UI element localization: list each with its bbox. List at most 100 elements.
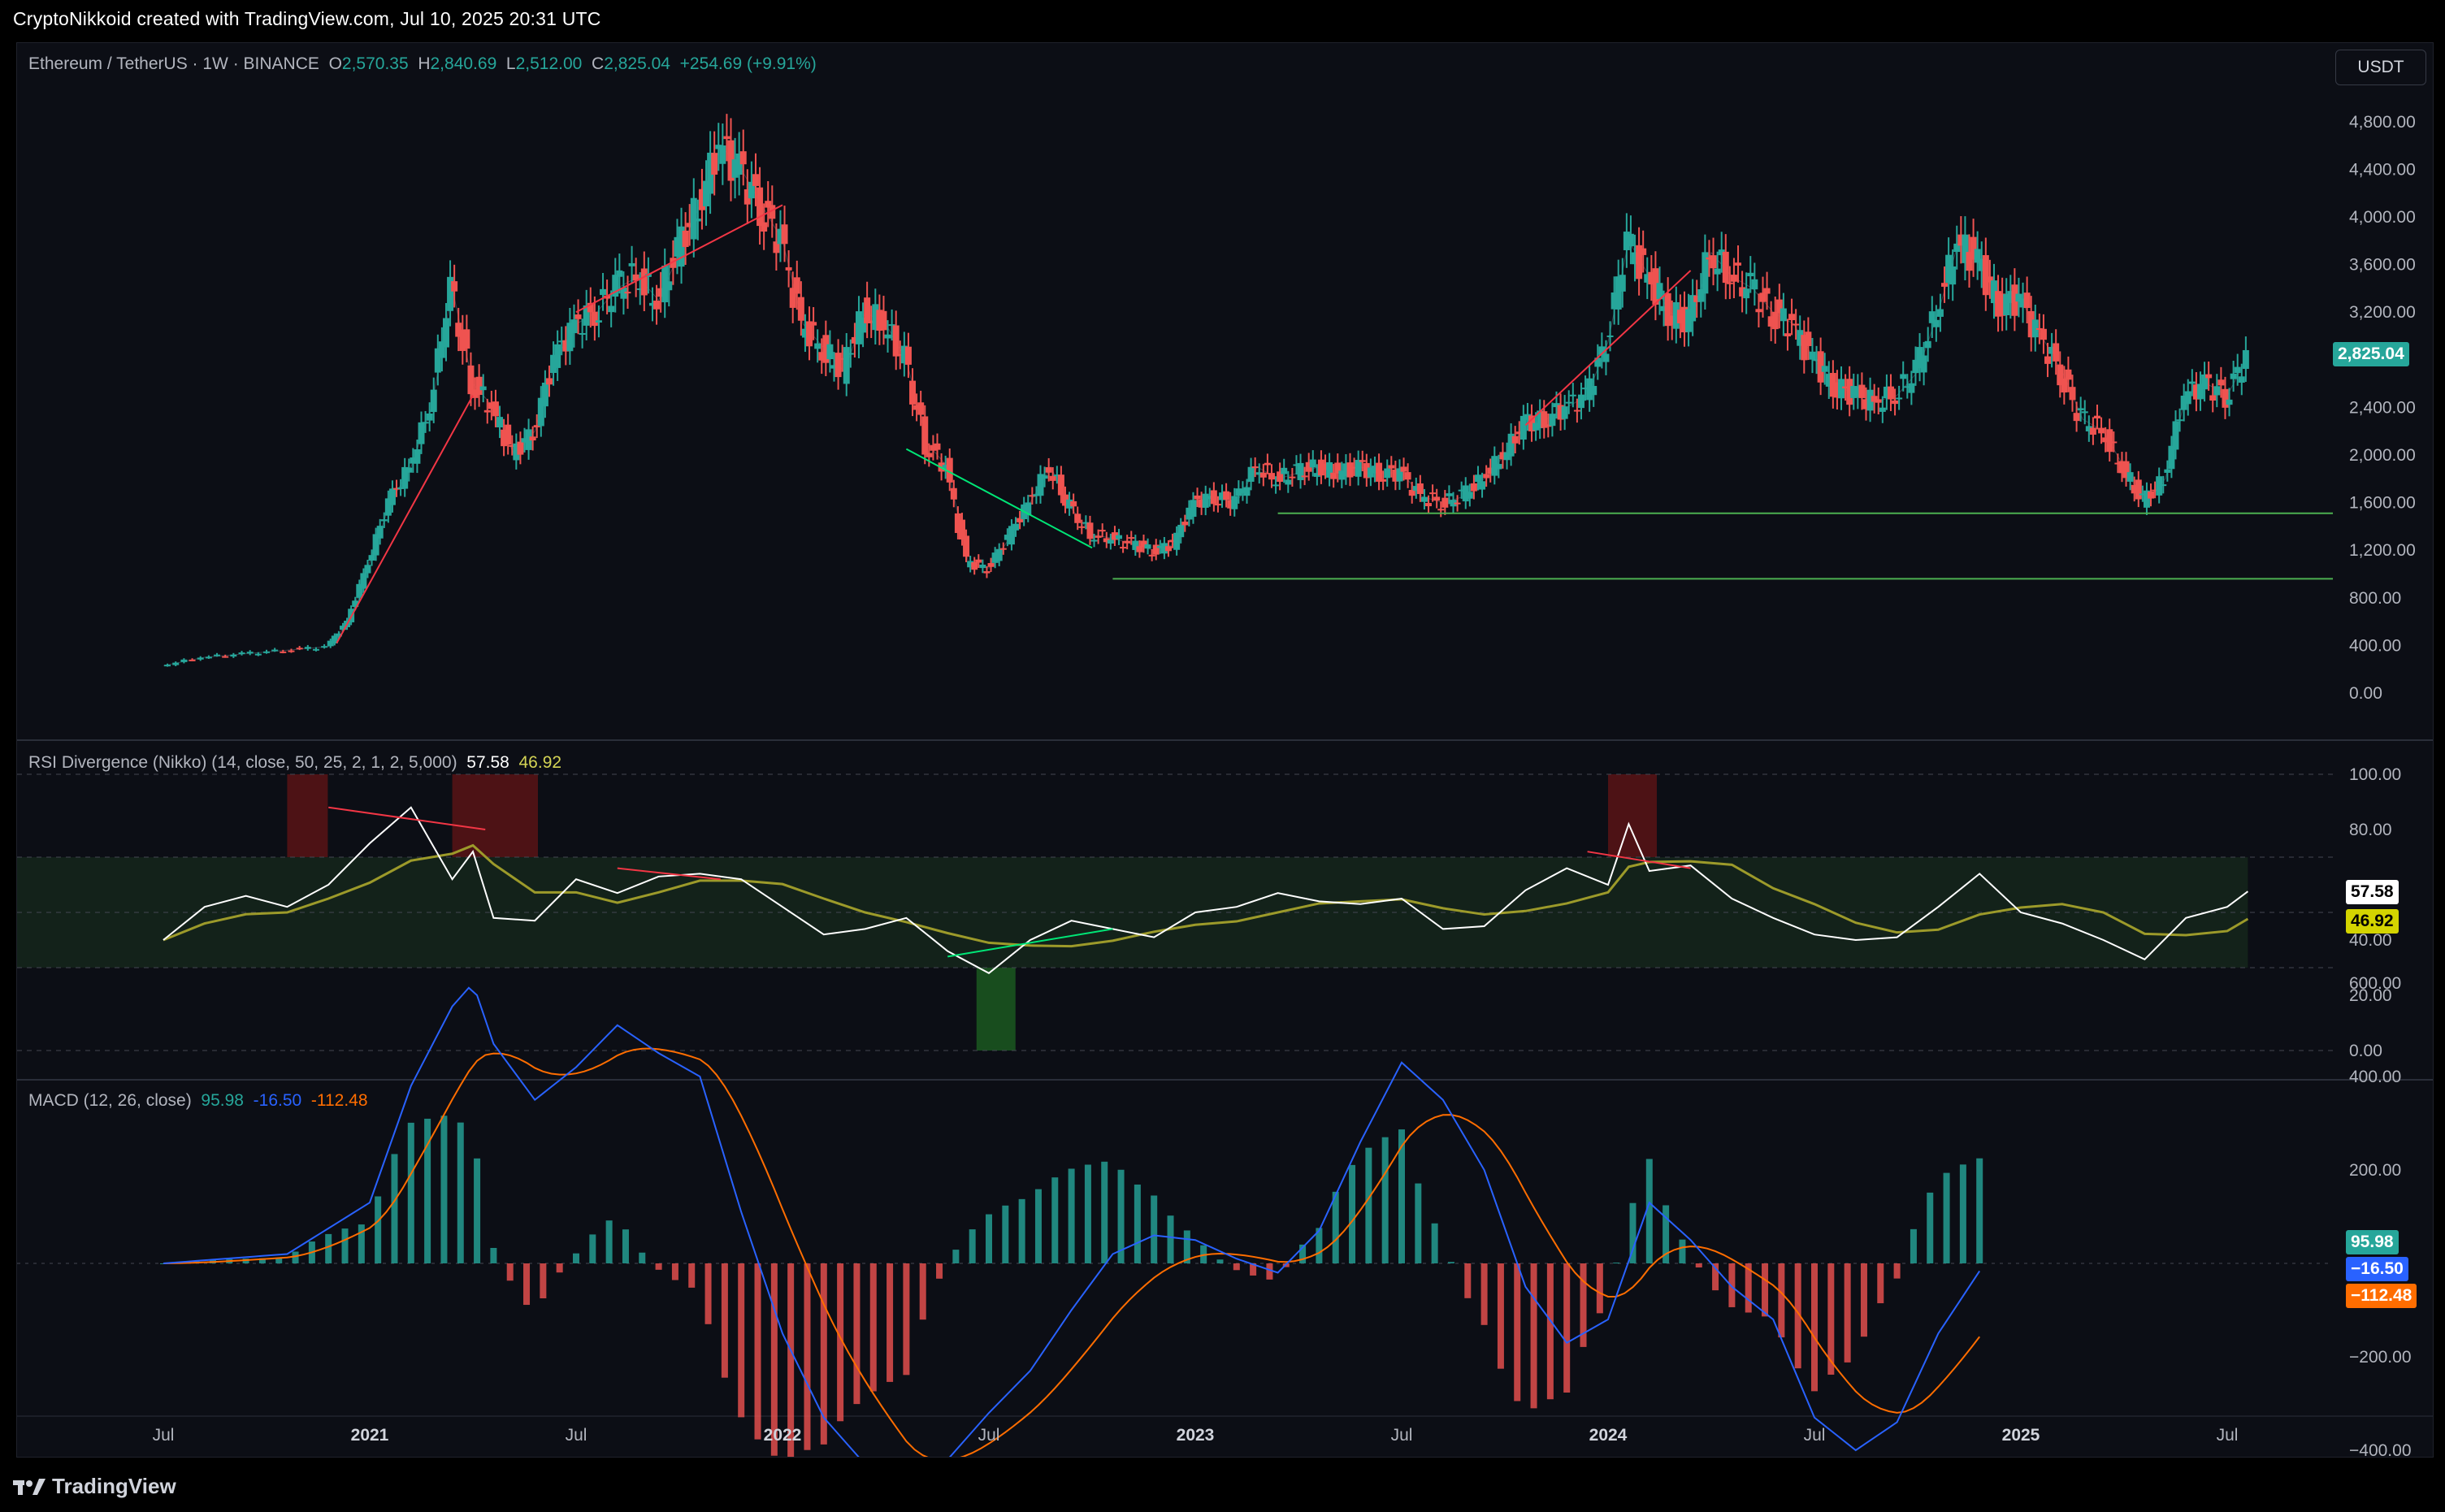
- candle-body: [1784, 333, 1791, 336]
- candle-body: [934, 443, 941, 450]
- candle-body: [418, 422, 425, 444]
- candle-body: [1144, 544, 1151, 549]
- candle-body: [1640, 248, 1647, 255]
- candle-body: [1747, 272, 1754, 277]
- candle-body: [2217, 379, 2225, 386]
- candle-body: [814, 343, 822, 349]
- candle-body: [2089, 427, 2096, 435]
- candle-body: [835, 353, 842, 378]
- candle-body: [608, 305, 615, 313]
- chart-canvas[interactable]: 4,800.00 4,400.00 4,000.00 3,600.00 3,200.00…: [17, 43, 2434, 1458]
- candle-body: [263, 651, 270, 653]
- open-label: O: [328, 54, 342, 73]
- candle-body: [1416, 483, 1424, 495]
- candle-body: [628, 262, 635, 266]
- candle-body: [719, 145, 726, 164]
- macd-histogram-bar: [325, 1233, 332, 1263]
- candle-body: [246, 652, 254, 654]
- macd-histogram-bar: [1464, 1263, 1472, 1298]
- candle-body: [1194, 495, 1201, 500]
- candle-body: [1726, 282, 1733, 284]
- candle-body: [312, 648, 319, 651]
- credit-text: CryptoNikkoid created with TradingView.c…: [13, 8, 601, 29]
- macd-histogram-bar: [292, 1251, 299, 1263]
- candle-body: [2205, 374, 2213, 379]
- candle-body: [2040, 328, 2047, 340]
- rsi-axis-label: 100.00: [2349, 765, 2401, 784]
- price-axis-label: 4,000.00: [2349, 208, 2416, 227]
- macd-histogram-bar: [506, 1263, 514, 1281]
- candle-body: [1251, 466, 1259, 469]
- candle-body: [380, 519, 388, 522]
- macd-histogram-bar: [1893, 1263, 1901, 1279]
- candle-body: [1429, 492, 1437, 495]
- candle-body: [1437, 509, 1445, 511]
- candle-body: [2238, 376, 2245, 383]
- macd-histogram-bar: [936, 1263, 943, 1279]
- candle-body: [492, 401, 499, 417]
- candle-body: [422, 422, 429, 424]
- candle-body: [1404, 472, 1411, 480]
- candle-body: [1346, 462, 1354, 478]
- candle-body: [238, 652, 245, 655]
- candle-body: [909, 380, 917, 405]
- candle-body: [1470, 483, 1477, 492]
- candle-body: [1289, 476, 1296, 479]
- low-label: L: [505, 54, 516, 73]
- macd-histogram-bar: [1860, 1263, 1867, 1337]
- macd-histogram-bar: [804, 1263, 811, 1450]
- candle-body: [847, 353, 854, 355]
- candle-body: [1561, 406, 1568, 419]
- candle-body: [2184, 391, 2191, 405]
- candle-body: [1070, 500, 1077, 507]
- candle-body: [172, 662, 180, 665]
- candle-body: [752, 174, 759, 186]
- macd-histogram-bar: [853, 1263, 861, 1405]
- macd-line-tag: −16.50: [2346, 1257, 2408, 1281]
- candle-body: [280, 651, 287, 653]
- candle-body: [640, 268, 648, 296]
- macd-histogram-bar: [1447, 1262, 1454, 1263]
- candle-body: [1710, 255, 1717, 269]
- macd-histogram-bar: [688, 1263, 696, 1288]
- candle-body: [1380, 479, 1387, 482]
- candle-body: [1474, 474, 1481, 483]
- price-axis-label: 3,600.00: [2349, 256, 2416, 275]
- price-axis-label: 4,800.00: [2349, 113, 2416, 132]
- price-path: [163, 145, 2248, 666]
- candle-body: [1425, 503, 1433, 507]
- candle-body: [1590, 386, 1597, 396]
- candle-body: [1722, 251, 1729, 284]
- candle-body: [1078, 526, 1086, 528]
- time-axis-label: Jul: [2217, 1426, 2239, 1445]
- candle-body: [723, 136, 730, 140]
- macd-histogram-bar: [1068, 1168, 1075, 1263]
- candle-body: [1441, 497, 1449, 508]
- candle-body: [1573, 409, 1580, 412]
- macd-histogram-bar: [1431, 1223, 1438, 1263]
- macd-histogram-bar: [1546, 1263, 1554, 1400]
- candle-body: [1297, 462, 1304, 480]
- candle-body: [739, 151, 747, 165]
- candle-body: [1247, 466, 1255, 482]
- candle-body: [1714, 268, 1721, 275]
- candle-body: [1268, 473, 1275, 480]
- currency-button[interactable]: USDT: [2335, 50, 2426, 85]
- macd-histogram-bar: [440, 1116, 448, 1263]
- candle-body: [999, 548, 1007, 550]
- macd-histogram-bar: [1762, 1263, 1769, 1317]
- price-axis-label: 800.00: [2349, 589, 2401, 608]
- macd-histogram-bar: [1910, 1228, 1917, 1263]
- candle-body: [1900, 374, 1907, 379]
- price-axis-label: 0.00: [2349, 684, 2382, 703]
- candle-body: [595, 320, 602, 323]
- tradingview-logo[interactable]: TradingView: [13, 1474, 176, 1499]
- macd-histogram-bar: [919, 1263, 926, 1320]
- macd-histogram-bar: [391, 1154, 398, 1263]
- chart-area[interactable]: 4,800.00 4,400.00 4,000.00 3,600.00 3,200.00…: [16, 42, 2434, 1458]
- candle-body: [1090, 539, 1098, 542]
- candle-body: [2110, 441, 2118, 444]
- candle-body: [405, 467, 413, 473]
- candle-body: [1454, 502, 1461, 505]
- candle-body: [616, 270, 623, 277]
